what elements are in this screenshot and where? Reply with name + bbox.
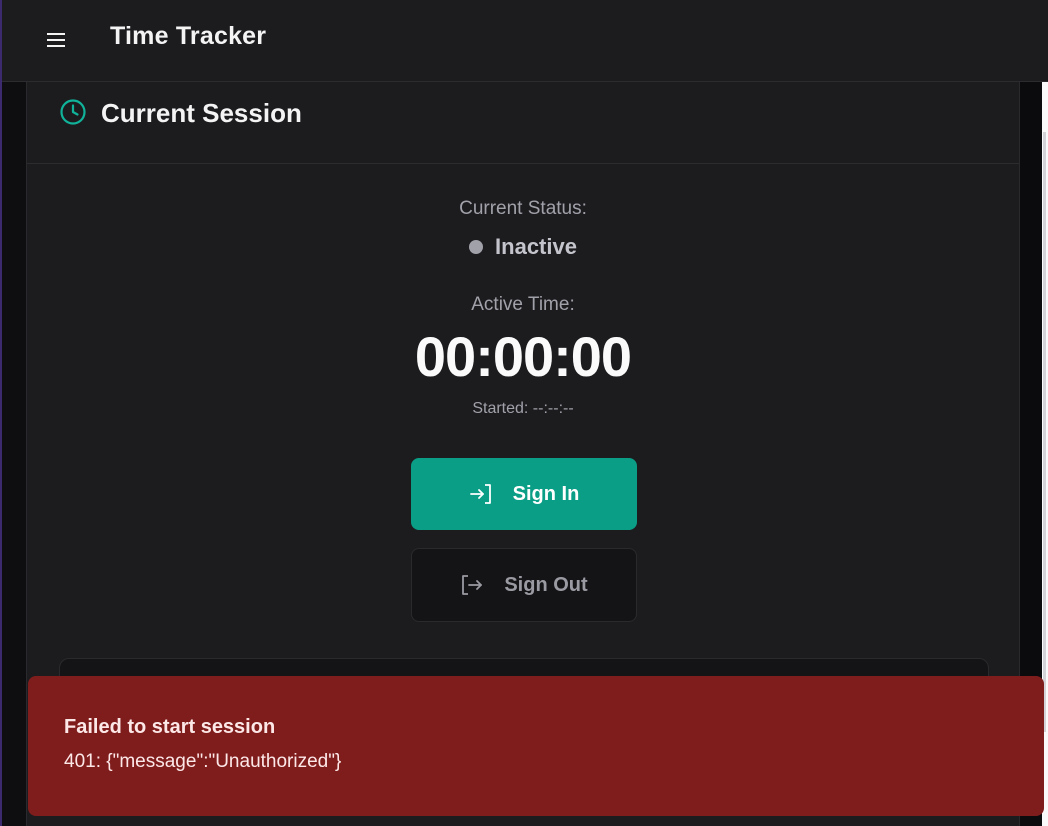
log-out-icon <box>462 575 483 595</box>
status-row: Inactive <box>27 234 1019 260</box>
clock-icon <box>60 99 86 125</box>
card-header: Current Session <box>27 82 1019 164</box>
app-title: Time Tracker <box>110 22 267 50</box>
sign-out-button[interactable]: Sign Out <box>411 548 637 622</box>
started-time: Started: --:--:-- <box>472 400 574 417</box>
sign-out-label: Sign Out <box>504 573 588 596</box>
menu-button[interactable] <box>38 22 74 58</box>
active-time-display: 00:00:00 <box>414 325 632 388</box>
status-label: Current Status: <box>459 198 587 219</box>
scrollbar-thumb[interactable] <box>1043 132 1046 732</box>
status-value: Inactive <box>495 234 577 259</box>
app-window: Time Tracker Current Session Current Sta… <box>0 0 1048 826</box>
error-toast[interactable]: Failed to start session 401: {"message":… <box>28 676 1044 816</box>
hamburger-menu-icon <box>47 33 65 47</box>
toast-title: Failed to start session <box>64 716 276 738</box>
status-dot-icon <box>469 240 484 254</box>
app-bar: Time Tracker <box>2 0 1048 82</box>
card-title: Current Session <box>101 98 302 128</box>
toast-message: 401: {"message":"Unauthorized"} <box>64 751 342 772</box>
sign-in-label: Sign In <box>512 482 580 505</box>
active-time-label: Active Time: <box>471 294 575 315</box>
log-in-icon <box>469 484 491 504</box>
sign-in-button[interactable]: Sign In <box>411 458 637 530</box>
